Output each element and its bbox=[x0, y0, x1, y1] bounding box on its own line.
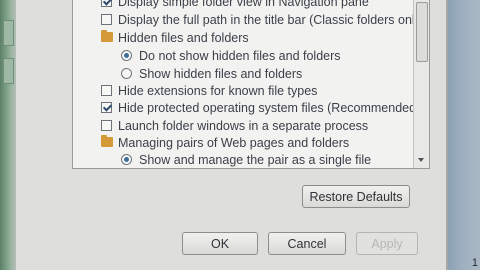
advanced-settings-list[interactable]: Display simple folder view in Navigation… bbox=[72, 0, 430, 169]
radio-unselected[interactable] bbox=[121, 68, 132, 79]
checkbox-checked[interactable] bbox=[101, 102, 112, 113]
cancel-button[interactable]: Cancel bbox=[268, 232, 346, 255]
folder-icon bbox=[101, 30, 113, 42]
radio-selected[interactable] bbox=[121, 154, 132, 165]
background-window-edge bbox=[0, 0, 16, 270]
option-label: Show and manage the pair as a single fil… bbox=[139, 153, 372, 167]
option-label: Do not show hidden files and folders bbox=[139, 49, 341, 63]
group-label: Managing pairs of Web pages and folders bbox=[118, 136, 350, 150]
ok-button[interactable]: OK bbox=[182, 232, 258, 255]
group-label: Hidden files and folders bbox=[118, 31, 249, 45]
folder-icon bbox=[101, 135, 113, 147]
taskbar-clock: 1 bbox=[471, 257, 478, 269]
restore-defaults-button[interactable]: Restore Defaults bbox=[302, 185, 410, 208]
option-label: Show hidden files and folders bbox=[139, 67, 303, 81]
folder-options-dialog: Display simple folder view in Navigation… bbox=[16, 0, 448, 270]
checkbox-unchecked[interactable] bbox=[101, 14, 112, 25]
background-icon bbox=[3, 58, 14, 84]
checkbox-unchecked[interactable] bbox=[101, 120, 112, 131]
option-label: Hide extensions for known file types bbox=[118, 84, 318, 98]
option-label: Hide protected operating system files (R… bbox=[118, 101, 421, 115]
vertical-scrollbar[interactable] bbox=[413, 0, 429, 168]
option-label: Display the full path in the title bar (… bbox=[118, 13, 426, 27]
radio-selected[interactable] bbox=[121, 50, 132, 61]
option-label: Display simple folder view in Navigation… bbox=[118, 0, 369, 9]
checkbox-unchecked[interactable] bbox=[101, 85, 112, 96]
scroll-down-arrow-icon[interactable] bbox=[418, 158, 424, 162]
background-icon bbox=[3, 20, 14, 46]
checkbox-checked[interactable] bbox=[101, 0, 112, 7]
option-label: Launch folder windows in a separate proc… bbox=[118, 119, 369, 133]
desktop-background: 1 bbox=[445, 0, 480, 270]
scrollbar-thumb[interactable] bbox=[416, 2, 428, 62]
